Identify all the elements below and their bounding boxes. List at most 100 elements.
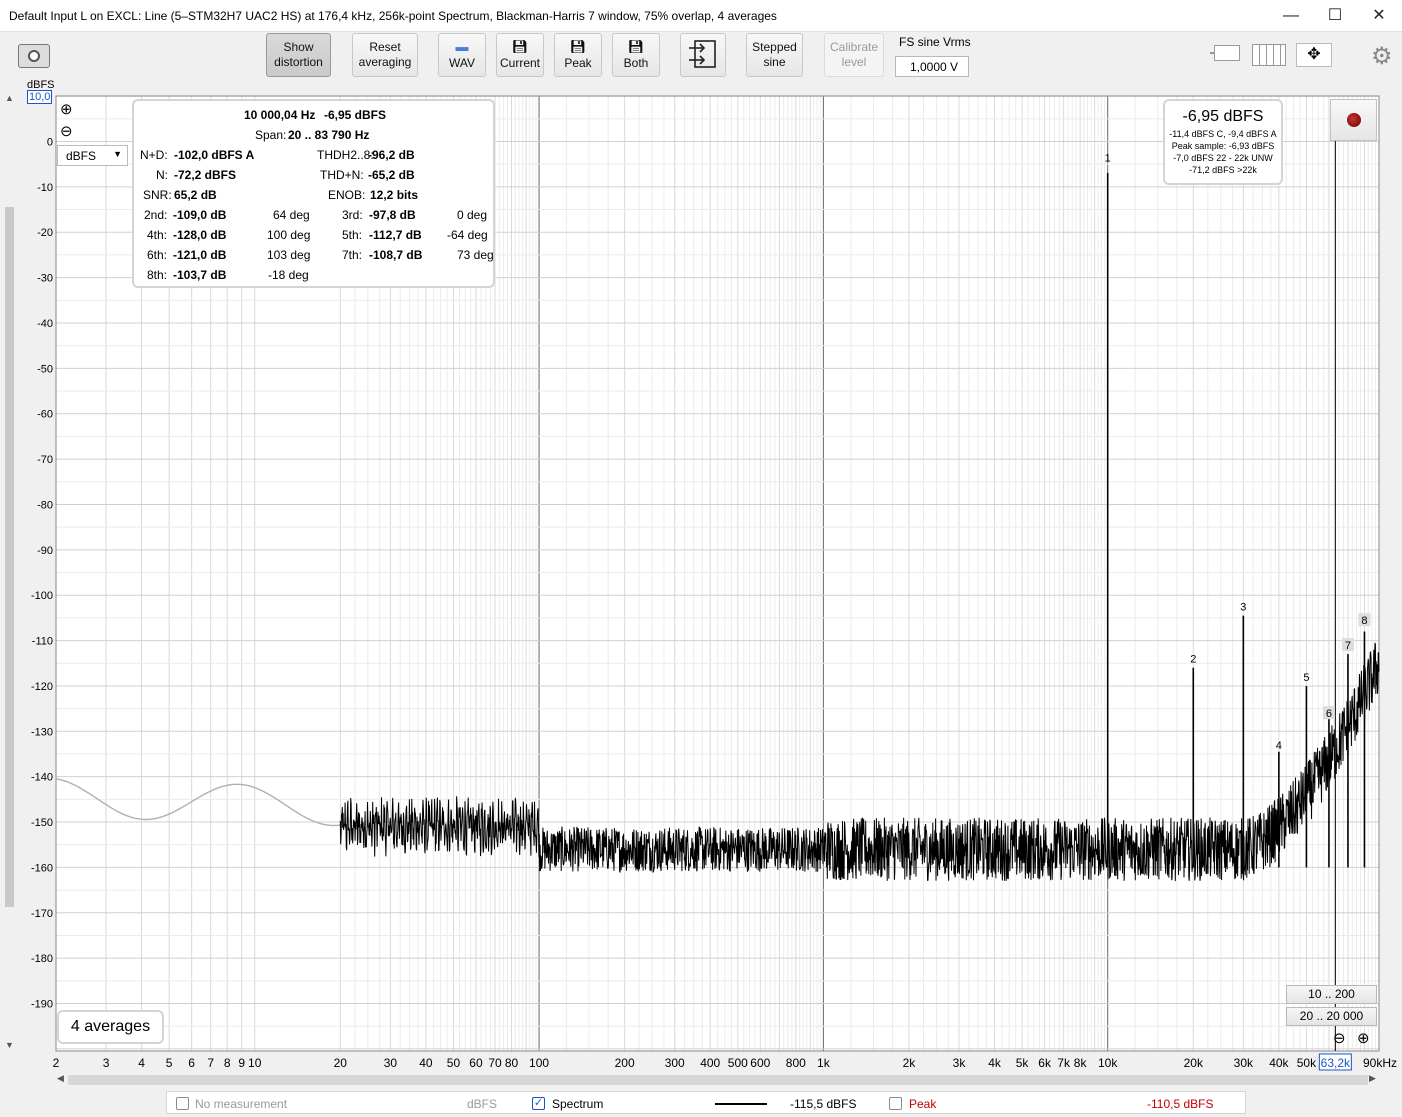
h3-value: -97,8 dB	[369, 208, 416, 222]
x-tick-label: 6k	[1038, 1056, 1052, 1070]
x-tick-label: 90kHz	[1363, 1056, 1397, 1070]
span-label: Span:	[255, 128, 287, 142]
peak-checkbox[interactable]	[889, 1097, 902, 1110]
harmonic-marker-label: 5	[1303, 672, 1309, 684]
thdn-label: THD+N:	[320, 168, 364, 182]
x-tick-label: 500	[728, 1056, 748, 1070]
enob-label: ENOB:	[328, 188, 366, 202]
y-tick-label: -160	[31, 862, 53, 874]
range-10-200-button[interactable]: 10 .. 200	[1286, 985, 1377, 1004]
spectrum-label: Spectrum	[552, 1097, 604, 1111]
level-line-4: -71,2 dBFS >22k	[1189, 165, 1257, 175]
dist-level: -6,95 dBFS	[324, 108, 387, 122]
x-tick-label: 9	[238, 1056, 245, 1070]
spectrum-checkbox[interactable]: ✓	[532, 1097, 545, 1110]
scroll-left-arrow-icon[interactable]: ◀	[57, 1073, 64, 1084]
x-tick-label: 100	[529, 1056, 549, 1070]
y-tick-label: -80	[37, 499, 53, 511]
y-tick-label: -50	[37, 363, 53, 375]
h4-phase: 100 deg	[267, 228, 311, 242]
range-20-20000-button[interactable]: 20 .. 20 000	[1286, 1007, 1377, 1026]
y-tick-label: -10	[37, 182, 53, 194]
dist-frequency: 10 000,04 Hz	[244, 108, 316, 122]
y-tick-label: -180	[31, 953, 53, 965]
h2-value: -109,0 dB	[173, 208, 227, 222]
zoom-in-icon[interactable]: ⊕	[60, 100, 73, 118]
scroll-right-arrow-icon[interactable]: ▶	[1369, 1073, 1376, 1084]
x-tick-label: 200	[615, 1056, 635, 1070]
h7-phase: 73 deg	[457, 248, 494, 262]
h8-phase: -18 deg	[268, 268, 309, 282]
averages-display: 4 averages	[57, 1010, 164, 1044]
x-tick-label: 1k	[817, 1056, 831, 1070]
y-tick-label: -120	[31, 681, 53, 693]
x-tick-label: 3	[103, 1056, 110, 1070]
x-tick-label: 63,2k	[1321, 1056, 1351, 1070]
thd-value: -96,2 dB	[368, 148, 415, 162]
nd-label: N+D:	[140, 148, 168, 162]
peak-value: -110,5 dBFS	[1147, 1097, 1214, 1111]
h2-label: 2nd:	[144, 208, 168, 222]
x-tick-label: 80	[505, 1056, 519, 1070]
thd-label: THDH2..8:	[317, 148, 374, 162]
x-tick-label: 60	[469, 1056, 483, 1070]
h6-value: -121,0 dB	[173, 248, 227, 262]
harmonic-marker-label: 3	[1240, 602, 1246, 614]
y-tick-label: -30	[37, 273, 53, 285]
no-measurement-checkbox[interactable]	[176, 1097, 189, 1110]
x-zoom-out-icon[interactable]: ⊖	[1333, 1029, 1346, 1047]
x-tick-label: 10	[248, 1056, 262, 1070]
x-tick-label: 8k	[1074, 1056, 1088, 1070]
zoom-out-icon[interactable]: ⊖	[60, 122, 73, 140]
enob-value: 12,2 bits	[370, 188, 419, 202]
x-tick-label: 10k	[1098, 1056, 1118, 1070]
no-measurement-label: No measurement	[195, 1097, 288, 1111]
y-tick-label: -110	[32, 636, 53, 648]
x-tick-label: 30k	[1234, 1056, 1254, 1070]
h4-label: 4th:	[147, 228, 168, 242]
x-tick-label: 2	[53, 1056, 60, 1070]
x-zoom-in-icon[interactable]: ⊕	[1357, 1029, 1370, 1047]
x-tick-label: 5k	[1016, 1056, 1030, 1070]
x-tick-label: 40	[419, 1056, 433, 1070]
level-panel: -6,95 dBFS -11,4 dBFS C, -9,4 dBFS A Pea…	[1163, 99, 1283, 185]
dropdown-arrow-icon: ▼	[113, 149, 122, 159]
h5-label: 5th:	[342, 228, 363, 242]
level-line-2: Peak sample: -6,93 dBFS	[1171, 141, 1275, 151]
x-tick-label: 70	[488, 1056, 502, 1070]
x-tick-label: 50k	[1297, 1056, 1317, 1070]
h3-label: 3rd:	[342, 208, 363, 222]
x-tick-label: 7	[207, 1056, 214, 1070]
low-freq-trace	[55, 778, 341, 827]
x-tick-label: 2k	[903, 1056, 917, 1070]
x-tick-label: 40k	[1269, 1056, 1289, 1070]
unit-select[interactable]: dBFS ▼	[57, 145, 128, 166]
x-tick-label: 30	[384, 1056, 398, 1070]
legend-bar: No measurement dBFS ✓ Spectrum -115,5 dB…	[166, 1091, 1246, 1114]
y-tick-label: -190	[31, 999, 53, 1011]
h6-phase: 103 deg	[267, 248, 311, 262]
thdn-value: -65,2 dB	[368, 168, 415, 182]
h5-phase: -64 deg	[447, 228, 488, 242]
x-tick-label: 50	[447, 1056, 461, 1070]
n-value: -72,2 dBFS	[174, 168, 237, 182]
harmonic-marker-label: 2	[1190, 654, 1196, 666]
h2-phase: 64 deg	[273, 208, 310, 222]
horizontal-scrollbar[interactable]	[68, 1075, 1368, 1085]
level-line-3: -7,0 dBFS 22 - 22k UNW	[1173, 153, 1273, 163]
h8-label: 8th:	[147, 268, 168, 282]
x-tick-label: 6	[188, 1056, 195, 1070]
x-tick-label: 7k	[1057, 1056, 1071, 1070]
x-tick-label: 300	[665, 1056, 685, 1070]
h4-value: -128,0 dB	[173, 228, 227, 242]
h7-label: 7th:	[342, 248, 363, 262]
x-tick-label: 4k	[988, 1056, 1002, 1070]
h7-value: -108,7 dB	[369, 248, 423, 262]
snr-label: SNR:	[143, 188, 172, 202]
spectrum-value: -115,5 dBFS	[790, 1097, 857, 1111]
n-label: N:	[156, 168, 168, 182]
record-button[interactable]	[1330, 99, 1377, 141]
y-tick-label: -150	[31, 817, 53, 829]
harmonic-marker-label: 4	[1276, 740, 1282, 752]
y-tick-label: -140	[31, 772, 53, 784]
